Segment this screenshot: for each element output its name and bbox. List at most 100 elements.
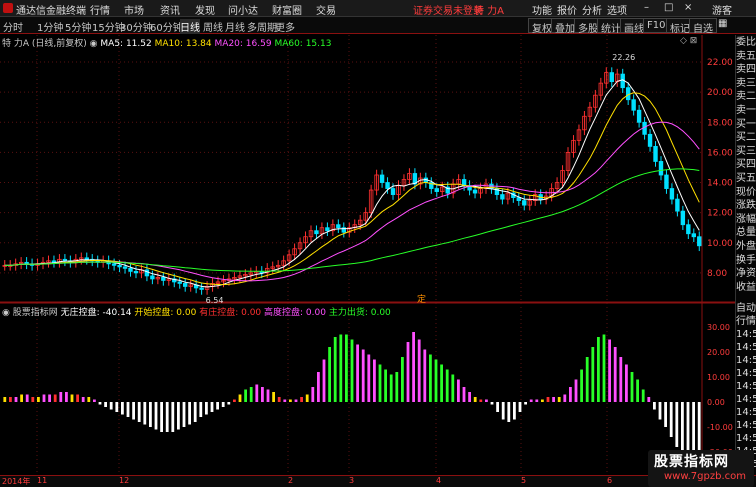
quote-panel-label: 卖三: [736, 77, 756, 89]
candle: [199, 282, 204, 295]
period-60min[interactable]: 60分钟: [150, 19, 183, 34]
ma60-value: MA60: 15.13: [274, 39, 332, 49]
maximize-icon[interactable]: □: [664, 2, 673, 13]
quote-panel-label: 14:56: [736, 433, 756, 444]
menu-xuanxiang[interactable]: 选项: [607, 2, 627, 17]
kaishi-value: 开始控盘: 0.00: [134, 308, 197, 318]
candle: [686, 219, 691, 239]
menu-zixun[interactable]: 资讯: [160, 2, 180, 17]
candle-body: [133, 270, 139, 274]
candle-body: [609, 72, 614, 83]
menu-baojia[interactable]: 报价: [557, 2, 577, 17]
main-chart-header: 特 力A (日线,前复权) ◉ MA5: 11.52 MA10: 13.84 M…: [2, 36, 331, 49]
candle: [122, 261, 128, 274]
period-multi[interactable]: 多周期: [247, 19, 277, 34]
candle: [62, 254, 68, 267]
price-tick-label: 20.00: [707, 88, 733, 98]
quote-panel-label: 14:56: [736, 342, 756, 353]
candle: [604, 67, 609, 89]
sub-tick-label: -10.00: [707, 423, 733, 432]
minimize-icon[interactable]: –: [644, 2, 649, 13]
candle: [46, 255, 51, 268]
login-notice[interactable]: 证券交易未登录: [413, 2, 483, 17]
candle: [347, 222, 352, 238]
ding-marker: 定: [417, 295, 427, 305]
menu-caifuquan[interactable]: 财富圈: [272, 2, 302, 17]
period-more[interactable]: 更多: [275, 19, 295, 34]
youzhuang-value: 有庄控盘: 0.00: [199, 308, 262, 318]
candle: [18, 257, 24, 270]
layout-icon[interactable]: ▦: [718, 18, 727, 29]
period-daily[interactable]: 日线: [180, 19, 200, 34]
candle-body: [664, 174, 669, 189]
menu-jiaoyi[interactable]: 交易: [316, 2, 336, 17]
candle-body: [500, 194, 505, 200]
period-5min[interactable]: 5分钟: [65, 19, 91, 34]
chart-options-icon[interactable]: ◇ ⊠: [680, 36, 697, 46]
menu-faxian[interactable]: 发现: [195, 2, 215, 17]
candle: [691, 228, 696, 243]
candle: [111, 258, 117, 271]
candle-body: [199, 287, 204, 290]
period-30min[interactable]: 30分钟: [120, 19, 153, 34]
candle: [57, 254, 62, 268]
candle-body: [686, 224, 691, 235]
zixuan-button[interactable]: 自选: [689, 18, 717, 35]
watermark-url: www.7gpzb.com: [664, 471, 746, 482]
indicator-dot-icon[interactable]: ◉: [2, 308, 10, 318]
menu-wenxiaoda[interactable]: 问小达: [228, 2, 258, 17]
app-logo-icon: [3, 3, 13, 13]
candle: [647, 129, 653, 152]
period-fenshi[interactable]: 分时: [3, 19, 23, 34]
menu-gongneng[interactable]: 功能: [532, 2, 552, 17]
close-icon[interactable]: ×: [684, 2, 692, 13]
guest-label[interactable]: 游客: [712, 2, 732, 17]
indicator-header: ◉ 股票指标网 无庄控盘: -40.14 开始控盘: 0.00 有庄控盘: 0.…: [2, 305, 391, 318]
candle-body: [631, 99, 636, 111]
candle: [374, 169, 379, 196]
menu-shichang[interactable]: 市场: [124, 2, 144, 17]
x-label-4: 4: [436, 476, 442, 485]
candle-body: [183, 283, 188, 287]
candle: [516, 192, 521, 206]
wuzhuang-value: 无庄控盘: -40.14: [60, 308, 132, 318]
candle: [341, 222, 346, 238]
price-tick-label: 18.00: [707, 118, 733, 128]
period-monthly[interactable]: 月线: [225, 19, 245, 34]
candle: [522, 195, 527, 211]
price-axis-labels: 22.00 20.00 18.00 16.00 14.00 12.00 10.00 8.00: [707, 58, 733, 279]
date-axis-bar: [0, 475, 756, 487]
menu-hangqing[interactable]: 行情: [90, 2, 110, 17]
menu-fenxi[interactable]: 分析: [582, 2, 602, 17]
quote-panel-label: 卖四: [736, 64, 756, 76]
candle-body: [625, 87, 631, 101]
candle-body: [653, 145, 658, 162]
quote-panel-label: 14:56: [736, 420, 756, 431]
quote-panel-label: 卖五: [736, 50, 756, 62]
candle: [84, 252, 89, 265]
candle-body: [647, 133, 653, 147]
candle-body: [385, 182, 390, 189]
indicator-name: 股票指标网: [12, 308, 58, 318]
price-tick-label: 14.00: [707, 179, 733, 189]
gaodu-value: 高度控盘: 0.00: [264, 308, 326, 318]
quote-panel-label: 总量: [736, 227, 756, 239]
quote-panel-label: 买五: [736, 173, 756, 184]
candle-body: [177, 281, 182, 284]
candle-body: [314, 230, 319, 235]
quote-panel-label: 外盘: [736, 241, 756, 252]
candle: [330, 219, 336, 236]
quote-panel-label: 买二: [736, 132, 756, 144]
candle: [177, 276, 182, 289]
candle: [593, 89, 598, 113]
settings-dot-icon[interactable]: ◉: [90, 39, 98, 49]
price-tick-label: 8.00: [707, 269, 727, 279]
period-1min[interactable]: 1分钟: [37, 19, 63, 34]
app-name: 通达信金融终端: [16, 6, 86, 17]
candle: [658, 156, 664, 181]
kline-chart[interactable]: 22.26 6.54 22.00 20.00 18.00 16.00 14.00 12.00…: [0, 35, 735, 475]
stock-short-name: 特 力A: [474, 6, 505, 17]
period-weekly[interactable]: 周线: [203, 19, 223, 34]
candle: [275, 260, 281, 273]
price-tick-label: 10.00: [707, 239, 733, 249]
